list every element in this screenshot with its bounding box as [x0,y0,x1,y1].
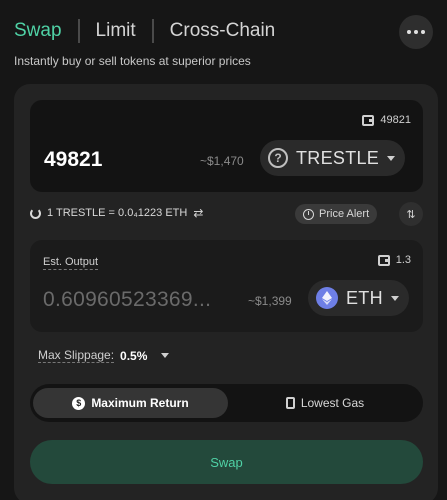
input-balance[interactable]: 49821 [362,114,411,126]
output-balance-value: 1.3 [395,254,411,266]
output-balance: 1.3 [377,254,411,266]
lowest-gas-label: Lowest Gas [300,396,365,410]
input-token-selector[interactable]: ? TRESTLE [260,140,406,176]
tab-swap[interactable]: Swap [14,18,62,44]
wallet-icon [362,114,375,126]
tab-divider [77,19,80,43]
est-output-label: Est. Output [43,256,99,270]
input-balance-value: 49821 [380,114,411,126]
input-usd-value: ~$1,470 [200,154,244,168]
gas-pump-icon [285,397,295,409]
price-alert-button[interactable]: Price Alert [295,204,378,224]
question-circle-icon: ? [268,148,288,168]
exchange-rate[interactable]: 1 TRESTLE = 0.0₄1223 ETH ⇄ [30,206,203,220]
route-mode-toggle: $ Maximum Return Lowest Gas [30,384,423,422]
maximum-return-label: Maximum Return [91,396,189,410]
tab-cross-chain[interactable]: Cross-Chain [170,18,276,44]
dollar-circle-icon: $ [72,396,86,410]
rate-row: 1 TRESTLE = 0.0₄1223 ETH ⇄ Price Alert ⇅ [30,200,423,228]
more-options-button[interactable] [399,15,433,49]
price-alert-label: Price Alert [319,208,370,220]
ethereum-icon [316,287,338,309]
chevron-down-icon [390,295,399,301]
refresh-icon [30,207,41,219]
output-amount: 0.60960523369... [43,288,212,311]
wallet-icon [377,254,390,266]
clock-icon [303,208,314,220]
chevron-down-icon [387,155,396,161]
output-panel: Est. Output 1.3 0.60960523369... ~$1,399… [30,240,423,332]
swap-button[interactable]: Swap [30,440,423,484]
max-slippage-value: 0.5% [120,348,148,363]
exchange-rate-text: 1 TRESTLE = 0.0₄1223 ETH [47,207,188,219]
tab-limit[interactable]: Limit [96,18,136,44]
tab-divider [151,19,154,43]
input-token-name: TRESTLE [296,147,380,168]
output-usd-value: ~$1,399 [248,294,292,308]
input-amount-field[interactable]: 49821 [44,148,102,172]
chevron-down-icon [161,353,170,358]
flip-direction-button[interactable]: ⇅ [399,202,423,226]
maximum-return-option[interactable]: $ Maximum Return [33,388,228,418]
swap-arrows-icon: ⇄ [193,206,204,220]
more-horizontal-icon [407,30,411,34]
page-subtitle: Instantly buy or sell tokens at superior… [14,54,251,68]
swap-card: 49821 49821 ~$1,470 ? TRESTLE 1 TRESTLE … [14,84,438,500]
max-slippage-selector[interactable]: Max Slippage: 0.5% [38,348,170,363]
max-slippage-label: Max Slippage: [38,348,115,363]
lowest-gas-option[interactable]: Lowest Gas [230,388,420,418]
output-token-selector[interactable]: ETH [308,280,409,316]
header: Swap Limit Cross-Chain [14,15,433,49]
input-panel: 49821 49821 ~$1,470 ? TRESTLE [30,100,423,192]
swap-vertical-icon: ⇅ [406,208,416,221]
output-token-name: ETH [346,287,383,308]
